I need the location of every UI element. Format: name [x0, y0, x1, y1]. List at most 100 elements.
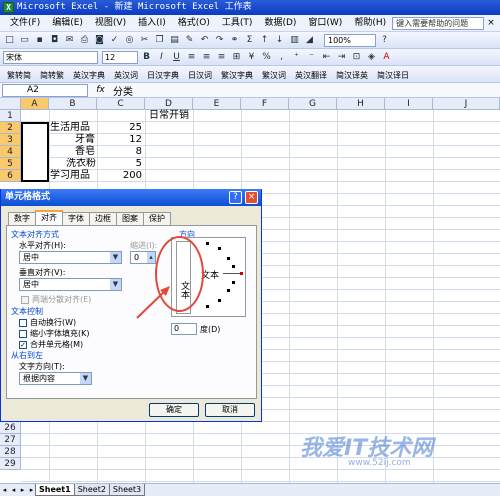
- toolbar3-btn-3[interactable]: 英汉字典: [70, 68, 108, 81]
- toolbar3-btn-10[interactable]: 简汉译英: [333, 68, 371, 81]
- close-workbook-icon[interactable]: ×: [486, 18, 496, 28]
- cell-b4[interactable]: 香皂: [49, 146, 95, 158]
- chart-wizard-icon[interactable]: ▥: [288, 34, 301, 47]
- wrap-text-checkbox[interactable]: 自动换行(W): [19, 317, 76, 328]
- copy-icon[interactable]: ❐: [153, 34, 166, 47]
- col-header-g[interactable]: G: [289, 98, 337, 110]
- save-icon[interactable]: ▪: [33, 34, 46, 47]
- currency-icon[interactable]: ¥: [245, 51, 258, 64]
- indent-spinner[interactable]: 0 ▴: [130, 251, 156, 264]
- underline-button[interactable]: U: [170, 51, 183, 64]
- cell-d1[interactable]: 日常开销: [145, 110, 193, 122]
- comma-icon[interactable]: ,: [275, 51, 288, 64]
- new-icon[interactable]: □: [3, 34, 16, 47]
- sheet-tab-1[interactable]: Sheet1: [35, 484, 75, 496]
- menu-insert[interactable]: 插入(I): [132, 15, 172, 32]
- col-header-j[interactable]: J: [433, 98, 500, 110]
- menu-window[interactable]: 窗口(W): [302, 15, 348, 32]
- menu-help[interactable]: 帮助(H): [348, 15, 392, 32]
- sort-ascending-icon[interactable]: ↑: [258, 34, 271, 47]
- percent-icon[interactable]: %: [260, 51, 273, 64]
- increase-decimal-icon[interactable]: ⁺: [290, 51, 303, 64]
- cell-b5[interactable]: 洗衣粉: [66, 158, 97, 170]
- col-header-f[interactable]: F: [241, 98, 289, 110]
- research-icon[interactable]: ◎: [123, 34, 136, 47]
- row-header-1[interactable]: 1: [0, 110, 21, 122]
- toolbar3-btn-9[interactable]: 英汉翻译: [292, 68, 330, 81]
- orientation-dial-needle[interactable]: [223, 273, 240, 274]
- toolbar3-btn-7[interactable]: 繁汉字典: [218, 68, 256, 81]
- sheet-tab-3[interactable]: Sheet3: [108, 484, 146, 496]
- undo-icon[interactable]: ↶: [198, 34, 211, 47]
- toolbar3-btn-4[interactable]: 英汉词: [111, 68, 141, 81]
- hyperlink-icon[interactable]: ⚭: [228, 34, 241, 47]
- permission-icon[interactable]: ◘: [48, 34, 61, 47]
- cell-c6[interactable]: 200: [97, 170, 142, 182]
- cancel-button[interactable]: 取消: [205, 403, 255, 417]
- selected-merged-range[interactable]: [21, 122, 49, 182]
- align-left-icon[interactable]: ≡: [185, 51, 198, 64]
- format-painter-icon[interactable]: ✎: [183, 34, 196, 47]
- toolbar3-btn-5[interactable]: 日汉字典: [144, 68, 182, 81]
- col-header-e[interactable]: E: [193, 98, 241, 110]
- name-box[interactable]: A2: [2, 83, 88, 97]
- degrees-spinner[interactable]: 0: [171, 323, 197, 335]
- toolbar3-btn-1[interactable]: 繁转简: [4, 68, 34, 81]
- autosum-icon[interactable]: Σ: [243, 34, 256, 47]
- select-all-corner[interactable]: [0, 98, 21, 110]
- bold-button[interactable]: B: [140, 51, 153, 64]
- row-header-3[interactable]: 3: [0, 134, 21, 146]
- italic-button[interactable]: I: [155, 51, 168, 64]
- sort-descending-icon[interactable]: ↓: [273, 34, 286, 47]
- sheet-tab-2[interactable]: Sheet2: [73, 484, 110, 496]
- prev-sheet-icon[interactable]: ◂: [9, 486, 18, 494]
- col-header-b[interactable]: B: [49, 98, 97, 110]
- cell-b3[interactable]: 牙膏: [49, 134, 95, 146]
- toolbar3-btn-11[interactable]: 简汉译日: [374, 68, 412, 81]
- tab-protection[interactable]: 保护: [143, 212, 171, 225]
- row-header-26[interactable]: 26: [0, 422, 21, 434]
- spelling-icon[interactable]: ✓: [108, 34, 121, 47]
- row-header-27[interactable]: 27: [0, 434, 21, 446]
- dialog-close-button[interactable]: ×: [245, 191, 258, 204]
- zoom-dropdown[interactable]: 100%: [324, 33, 376, 47]
- row-header-29[interactable]: 29: [0, 458, 21, 470]
- menu-view[interactable]: 视图(V): [89, 15, 132, 32]
- toolbar3-btn-8[interactable]: 繁汉词: [259, 68, 289, 81]
- print-preview-icon[interactable]: ◙: [93, 34, 106, 47]
- cell-b2[interactable]: 生活用品: [50, 122, 90, 134]
- menu-tools[interactable]: 工具(T): [216, 15, 259, 32]
- open-icon[interactable]: ▭: [18, 34, 31, 47]
- col-header-a[interactable]: A: [21, 98, 49, 110]
- justify-distributed-checkbox[interactable]: 两端分散对齐(E): [21, 294, 91, 305]
- horizontal-align-dropdown[interactable]: 居中 ▼: [19, 251, 122, 264]
- vertical-align-dropdown[interactable]: 居中 ▼: [19, 278, 122, 291]
- email-icon[interactable]: ✉: [63, 34, 76, 47]
- font-size-dropdown[interactable]: 12: [102, 50, 138, 64]
- cell-c5[interactable]: 5: [97, 158, 142, 170]
- increase-indent-icon[interactable]: ⇥: [335, 51, 348, 64]
- dialog-help-button[interactable]: ?: [229, 191, 242, 204]
- tab-patterns[interactable]: 图案: [116, 212, 144, 225]
- cell-c2[interactable]: 25: [97, 122, 142, 134]
- toolbar3-btn-2[interactable]: 简转繁: [37, 68, 67, 81]
- font-color-icon[interactable]: A: [380, 51, 393, 64]
- decrease-indent-icon[interactable]: ⇤: [320, 51, 333, 64]
- row-header-5[interactable]: 5: [0, 158, 21, 170]
- cell-b6[interactable]: 学习用品: [50, 170, 90, 182]
- help-search-input[interactable]: 键入需要帮助的问题: [392, 16, 484, 30]
- font-name-dropdown[interactable]: 宋体: [3, 50, 98, 64]
- row-header-2[interactable]: 2: [0, 122, 21, 134]
- tab-font[interactable]: 字体: [62, 212, 90, 225]
- help-icon[interactable]: ?: [378, 34, 391, 47]
- col-header-d[interactable]: D: [145, 98, 193, 110]
- cut-icon[interactable]: ✂: [138, 34, 151, 47]
- menu-file[interactable]: 文件(F): [4, 15, 46, 32]
- align-center-icon[interactable]: ≡: [200, 51, 213, 64]
- menu-edit[interactable]: 编辑(E): [46, 15, 89, 32]
- merge-cells-checkbox[interactable]: ✓ 合并单元格(M): [19, 339, 83, 350]
- col-header-h[interactable]: H: [337, 98, 385, 110]
- cell-c4[interactable]: 8: [97, 146, 142, 158]
- ok-button[interactable]: 确定: [149, 403, 199, 417]
- drawing-icon[interactable]: ◢: [303, 34, 316, 47]
